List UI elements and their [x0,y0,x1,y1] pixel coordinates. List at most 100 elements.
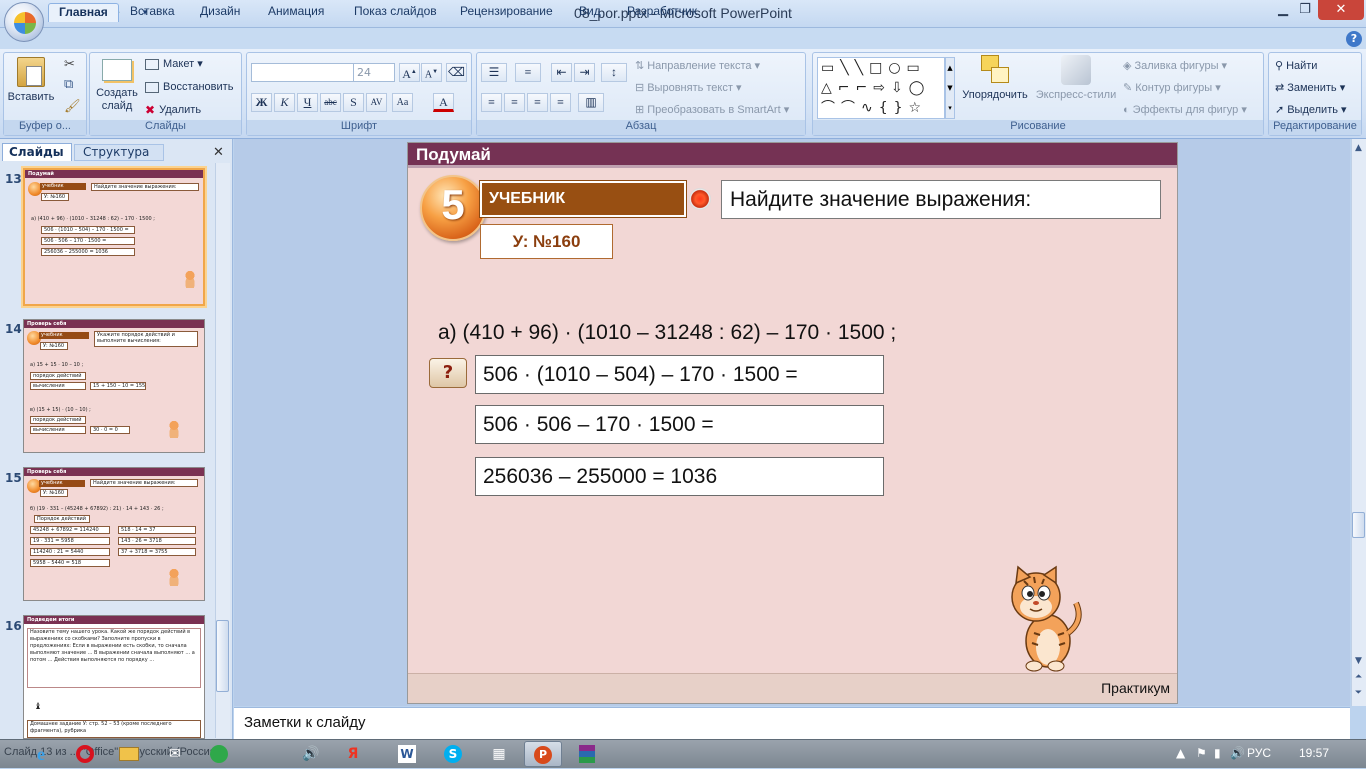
text-direction-button[interactable]: ⇅ Направление текста ▾ [635,57,760,75]
font-name-combo[interactable] [251,63,355,82]
shape-fill-button[interactable]: ◈ Заливка фигуры ▾ [1123,57,1227,75]
notes-pane[interactable]: Заметки к слайду [234,707,1350,739]
change-case-button[interactable]: Aa [392,93,413,112]
shape-outline-button[interactable]: ✎ Контур фигуры ▾ [1123,79,1221,97]
flag-icon[interactable]: ⚑ [1196,746,1207,760]
slide-thumbnail-13[interactable]: Подумай учебник Найдите значение выражен… [23,168,205,306]
tab-animation[interactable]: Анимация [258,3,334,22]
close-button[interactable]: ✕ [1318,0,1364,20]
bold-button[interactable]: Ж [251,93,272,112]
office-button[interactable] [4,2,44,42]
shape-effects-button[interactable]: ◐ Эффекты для фигур ▾ [1123,101,1247,119]
solution-step-3[interactable]: 256036 – 255000 = 1036 [475,457,884,496]
solution-step-2[interactable]: 506 · 506 – 170 · 1500 = [475,405,884,444]
increase-indent-icon[interactable]: ⇥ [574,63,595,82]
volume-icon[interactable]: 🔊 [1230,746,1245,760]
close-panel-icon[interactable]: ✕ [213,145,224,160]
help-icon[interactable]: ? [1346,31,1362,47]
slide-thumbnail-14[interactable]: Проверь себя учебник Укажите порядок дей… [23,319,205,453]
align-left-icon[interactable]: ≡ [481,93,502,112]
footer-text: Практикум [1101,680,1170,696]
ie-icon[interactable]: e [22,741,60,767]
arrange-button[interactable]: Упорядочить [957,55,1033,102]
strikethrough-button[interactable]: abc [320,93,341,112]
reset-button[interactable]: Восстановить [145,78,233,96]
delete-slide-button[interactable]: ✖ Удалить [145,101,201,119]
clock[interactable]: 19:57 [1299,746,1329,760]
solution-step-1[interactable]: 506 · (1010 – 504) – 170 · 1500 = [475,355,884,394]
cut-icon[interactable]: ✂ [64,57,75,72]
tab-design[interactable]: Дизайн [190,3,250,22]
slide-canvas[interactable]: Подумай 5 УЧЕБНИК Найдите значение выраж… [407,142,1178,704]
tab-slides[interactable]: Слайды [2,143,72,161]
select-button[interactable]: ➚ Выделить ▾ [1275,101,1347,119]
skype-icon[interactable]: S [434,741,472,767]
italic-button[interactable]: К [274,93,295,112]
word-icon[interactable]: W [388,741,426,767]
replace-button[interactable]: ⇄ Заменить ▾ [1275,79,1345,97]
align-right-icon[interactable]: ≡ [527,93,548,112]
underline-button[interactable]: Ч [297,93,318,112]
shadow-button[interactable]: S [343,93,364,112]
tab-insert[interactable]: Вставка [120,3,185,22]
sound-button-icon[interactable] [689,188,711,210]
next-slide-icon[interactable]: ⏷ [1352,688,1365,698]
tab-developer[interactable]: Разработчик [617,3,707,22]
task-text-box[interactable]: Найдите значение выражения: [721,180,1161,219]
thumbnails-scrollbar-thumb[interactable] [216,620,229,692]
find-button[interactable]: ⚲ Найти [1275,57,1317,75]
tab-review[interactable]: Рецензирование [450,3,563,22]
shrink-font-button[interactable]: A▼ [421,63,442,82]
quick-styles-button[interactable]: Экспресс-стили [1035,55,1117,102]
smartart-button[interactable]: ⊞ Преобразовать в SmartArt ▾ [635,101,789,119]
restore-button[interactable]: ❐ [1292,0,1318,20]
scroll-down-icon[interactable]: ▼ [1352,656,1365,666]
hint-question-button[interactable]: ? [429,358,467,388]
font-color-button[interactable]: A [433,93,454,112]
tray-arrow-icon[interactable]: ▲ [1176,746,1185,760]
slide-scrollbar[interactable] [1351,139,1366,706]
clear-format-icon[interactable]: ⌫ [446,63,467,82]
align-text-button[interactable]: ⊟ Выровнять текст ▾ [635,79,741,97]
line-spacing-icon[interactable]: ↕ [601,63,627,82]
previous-slide-icon[interactable]: ⏶ [1352,672,1365,682]
calculator-icon[interactable]: ▦ [480,741,518,767]
char-spacing-button[interactable]: AV [366,93,387,112]
copy-icon[interactable]: ⧉ [64,77,73,92]
tab-home[interactable]: Главная [48,3,119,22]
layout-label: Макет [163,58,195,70]
slide-thumbnail-16[interactable]: Подведем итоги Назовите тему нашего урок… [23,615,205,739]
shapes-more-icon[interactable]: ▲ ▼ ▾ [945,57,955,119]
opera-icon[interactable] [66,741,104,767]
layout-button[interactable]: Макет ▾ [145,55,203,73]
textbook-reference[interactable]: У: №160 [480,224,613,259]
mail-icon[interactable]: ✉ [156,741,194,767]
columns-icon[interactable]: ▥ [578,93,604,112]
slide-thumbnail-15[interactable]: Проверь себя учебник Найдите значение вы… [23,467,205,601]
font-size-combo[interactable]: 24 [353,63,395,82]
new-slide-button[interactable]: Создать слайд [92,57,142,113]
align-center-icon[interactable]: ≡ [504,93,525,112]
powerpoint-taskbar-icon[interactable]: P [524,741,562,767]
network-icon[interactable]: ▮ [1214,746,1221,760]
decrease-indent-icon[interactable]: ⇤ [551,63,572,82]
scroll-up-icon[interactable]: ▲ [1352,143,1365,153]
paste-button[interactable]: Вставить [7,57,55,104]
justify-icon[interactable]: ≡ [550,93,571,112]
grow-font-button[interactable]: A▲ [399,63,420,82]
shapes-gallery[interactable]: ▭╲╲□○▭ △⌐⌐⇨⇩◯ ⌒⌒∿{}☆ [817,57,945,119]
explorer-icon[interactable] [110,741,148,767]
tab-slideshow[interactable]: Показ слайдов [344,3,447,22]
media-icon[interactable]: 🔊 [292,741,330,767]
slide-scrollbar-thumb[interactable] [1352,512,1365,538]
yandex-icon[interactable]: Я [334,741,372,767]
numbering-icon[interactable]: ≡ [515,63,541,82]
messenger-icon[interactable] [200,741,238,767]
language-indicator[interactable]: РУС [1247,746,1271,760]
tab-view[interactable]: Вид [569,3,611,22]
bullets-icon[interactable]: ☰ [481,63,507,82]
tab-outline[interactable]: Структура [74,144,164,161]
math-expression[interactable]: а) (410 + 96) · (1010 – 31248 : 62) – 17… [438,321,896,345]
format-painter-icon[interactable]: 🖌 [64,99,81,114]
archiver-icon[interactable] [568,741,606,767]
